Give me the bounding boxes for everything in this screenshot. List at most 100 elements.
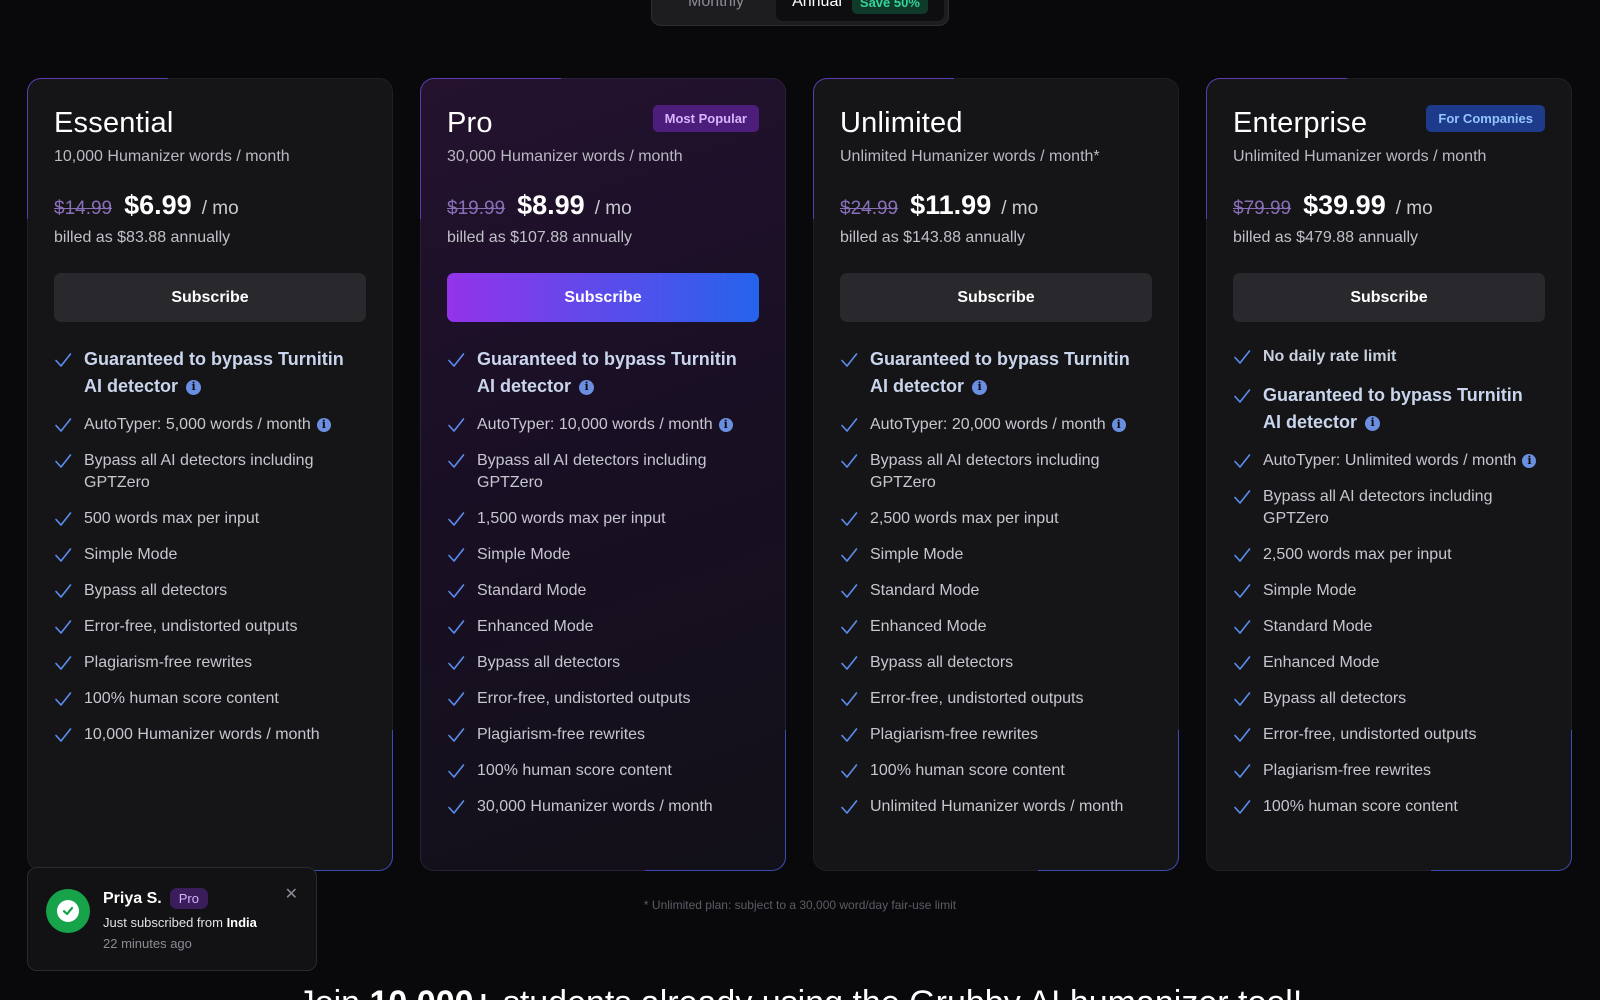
check-icon [1234, 728, 1251, 742]
feature-text: Plagiarism-free rewrites [477, 724, 645, 746]
headline-prefix: Join [298, 984, 360, 1000]
feature-text: Error-free, undistorted outputs [477, 688, 690, 710]
subscribe-button-unlimited[interactable]: Subscribe [840, 273, 1152, 322]
headline-suffix: students already using the Grubby AI hum… [503, 984, 1302, 1000]
feature-item: Standard Mode [840, 580, 1152, 602]
feature-text: AutoTyper: 10,000 words / month i [477, 414, 733, 436]
info-icon[interactable]: i [579, 379, 595, 395]
feature-item: AutoTyper: Unlimited words / month i [1233, 450, 1545, 472]
feature-item: Simple Mode [1233, 580, 1545, 602]
feature-label: Enhanced Mode [477, 618, 594, 635]
feature-item: No daily rate limit [1233, 346, 1545, 368]
feature-text: Plagiarism-free rewrites [1263, 760, 1431, 782]
check-icon [1234, 692, 1251, 706]
feature-text: Error-free, undistorted outputs [1263, 724, 1476, 746]
feature-label: Simple Mode [870, 546, 964, 563]
check-icon [448, 512, 465, 526]
feature-label: Guaranteed to bypass Turnitin AI detecto… [477, 349, 737, 396]
plan-card-pro: Pro Most Popular 30,000 Humanizer words … [420, 78, 786, 871]
feature-label: Bypass all AI detectors including GPTZer… [477, 452, 707, 491]
plan-card-unlimited: Unlimited Unlimited Humanizer words / mo… [813, 78, 1179, 871]
feature-item: Bypass all AI detectors including GPTZer… [840, 450, 1152, 494]
toggle-annual[interactable]: Annual Save 50% [776, 0, 944, 21]
info-icon[interactable]: i [718, 417, 733, 432]
feature-label: Plagiarism-free rewrites [477, 726, 646, 743]
price-period: / mo [1395, 198, 1433, 219]
plan-words: 10,000 Humanizer words / month [54, 148, 290, 165]
billed-annually: billed as $107.88 annually [447, 229, 633, 246]
info-icon[interactable]: i [186, 379, 202, 395]
check-icon [841, 512, 858, 526]
feature-text: Plagiarism-free rewrites [870, 724, 1038, 746]
feature-label: Simple Mode [1263, 582, 1357, 599]
feature-text: Simple Mode [870, 544, 963, 566]
subscribe-button-pro[interactable]: Subscribe [447, 273, 759, 322]
feature-text: Enhanced Mode [870, 616, 987, 638]
feature-item: 100% human score content [54, 688, 366, 710]
feature-text: Bypass all detectors [84, 580, 227, 602]
feature-label: Bypass all AI detectors including GPTZer… [84, 452, 314, 491]
plan-words: Unlimited Humanizer words / month [1233, 148, 1487, 165]
close-icon[interactable]: ✕ [285, 884, 298, 903]
feature-item: Bypass all detectors [840, 652, 1152, 674]
headline-count: 10,000+ [370, 984, 494, 1000]
feature-text: Standard Mode [477, 580, 586, 602]
billed-annually: billed as $479.88 annually [1233, 229, 1419, 246]
feature-text: Standard Mode [870, 580, 979, 602]
subscribe-button-essential[interactable]: Subscribe [54, 273, 366, 322]
check-icon [1234, 350, 1251, 364]
feature-text: No daily rate limit [1263, 346, 1396, 368]
feature-item: Standard Mode [1233, 616, 1545, 638]
check-icon [841, 353, 858, 367]
feature-item: 10,000 Humanizer words / month [54, 724, 366, 746]
feature-list: Guaranteed to bypass Turnitin AI detecto… [447, 346, 759, 818]
feature-label: 2,500 words max per input [1263, 546, 1452, 563]
feature-label: Bypass all detectors [870, 654, 1014, 671]
check-icon [1234, 584, 1251, 598]
feature-item: Bypass all AI detectors including GPTZer… [447, 450, 759, 494]
toggle-monthly[interactable]: Monthly [656, 0, 776, 21]
check-icon [55, 512, 72, 526]
check-icon [1234, 389, 1251, 403]
info-icon[interactable]: i [316, 417, 331, 432]
plan-words: Unlimited Humanizer words / month* [840, 148, 1100, 165]
feature-text: Enhanced Mode [1263, 652, 1380, 674]
pricing-page: Monthly Annual Save 50% Essential 10,000… [0, 0, 1600, 1000]
feature-text: 2,500 words max per input [1263, 544, 1452, 566]
feature-label: Guaranteed to bypass Turnitin AI detecto… [870, 349, 1130, 396]
feature-item: Bypass all AI detectors including GPTZer… [1233, 486, 1545, 530]
info-icon[interactable]: i [972, 379, 988, 395]
feature-item: Unlimited Humanizer words / month [840, 796, 1152, 818]
feature-item: Guaranteed to bypass Turnitin AI detecto… [54, 346, 366, 400]
feature-label: Error-free, undistorted outputs [870, 690, 1084, 707]
price-period: / mo [594, 198, 632, 219]
feature-item: Bypass all detectors [1233, 688, 1545, 710]
feature-label: 100% human score content [477, 762, 672, 779]
info-icon[interactable]: i [1522, 453, 1537, 468]
check-icon [55, 548, 72, 562]
toast-plan-badge: Pro [169, 888, 208, 909]
feature-item: Plagiarism-free rewrites [54, 652, 366, 674]
pricing-cards: Essential 10,000 Humanizer words / month… [27, 78, 1572, 871]
feature-label: Bypass all AI detectors including GPTZer… [1263, 488, 1493, 527]
feature-text: Simple Mode [1263, 580, 1356, 602]
check-icon [1234, 800, 1251, 814]
feature-text: Guaranteed to bypass Turnitin AI detecto… [1263, 382, 1545, 436]
check-icon [1234, 764, 1251, 778]
check-icon [841, 800, 858, 814]
toast-time: 22 minutes ago [103, 936, 192, 951]
info-icon[interactable]: i [1365, 415, 1381, 431]
feature-label: 100% human score content [1263, 798, 1458, 815]
check-icon [841, 692, 858, 706]
feature-label: Plagiarism-free rewrites [84, 654, 253, 671]
feature-text: 10,000 Humanizer words / month [84, 724, 320, 746]
feature-text: Bypass all AI detectors including GPTZer… [870, 450, 1152, 494]
feature-label: Plagiarism-free rewrites [1263, 762, 1432, 779]
old-price: $14.99 [54, 198, 113, 219]
feature-item: 2,500 words max per input [1233, 544, 1545, 566]
check-icon [55, 353, 72, 367]
feature-text: Enhanced Mode [477, 616, 594, 638]
info-icon[interactable]: i [1111, 417, 1126, 432]
feature-item: Guaranteed to bypass Turnitin AI detecto… [1233, 382, 1545, 436]
subscribe-button-enterprise[interactable]: Subscribe [1233, 273, 1545, 322]
